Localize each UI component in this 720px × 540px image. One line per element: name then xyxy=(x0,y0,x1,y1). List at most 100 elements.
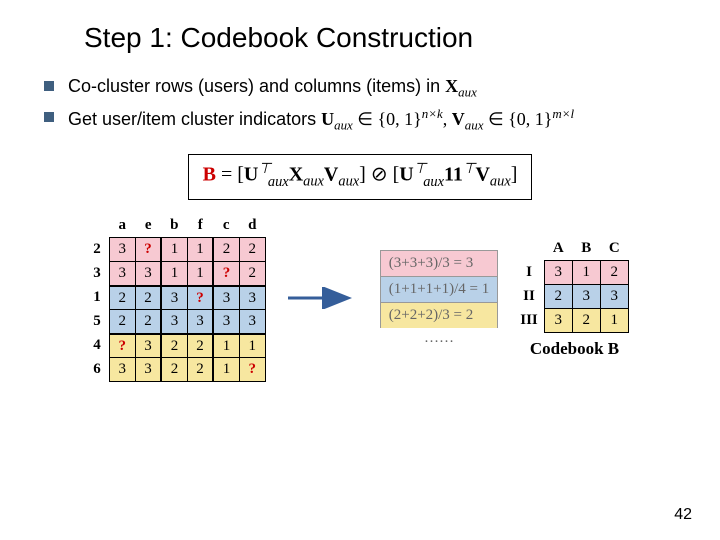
left-col-h: a xyxy=(109,214,135,238)
left-cell: 2 xyxy=(239,238,265,262)
b1-text: Co-cluster rows (users) and columns (ite… xyxy=(68,76,445,96)
left-cell: 1 xyxy=(239,334,265,358)
left-cell: ? xyxy=(239,358,265,382)
avg-row-1: (3+3+3)/3 = 3 xyxy=(380,250,499,276)
left-cell: 2 xyxy=(239,262,265,286)
left-row-h: 6 xyxy=(91,358,109,382)
avg-dots: …… xyxy=(380,328,499,347)
left-cell: 1 xyxy=(161,262,187,286)
square-bullet-icon xyxy=(44,81,54,91)
left-cell: 3 xyxy=(239,286,265,310)
left-cell: 3 xyxy=(109,358,135,382)
b2-comma: , xyxy=(443,109,452,129)
left-cell: 2 xyxy=(187,358,213,382)
formula-V1: V xyxy=(324,164,338,186)
formula-11sup: ⊤ xyxy=(463,161,476,177)
formula-mid: ] ⊘ [ xyxy=(359,164,399,186)
right-col-h: C xyxy=(600,237,628,261)
left-cell: 3 xyxy=(239,310,265,334)
left-cell: 1 xyxy=(187,262,213,286)
left-cell: 3 xyxy=(161,310,187,334)
b1-X: X xyxy=(445,76,458,96)
bullet-list: Co-cluster rows (users) and columns (ite… xyxy=(44,74,694,134)
left-cell: 3 xyxy=(213,286,239,310)
right-cell: 3 xyxy=(544,261,572,285)
right-cell: 3 xyxy=(572,285,600,309)
right-cell: 1 xyxy=(600,309,628,333)
left-col-h: c xyxy=(213,214,239,238)
left-matrix: aebfcd23?112233311?21223?3352233334?3221… xyxy=(91,214,266,383)
right-cell: 3 xyxy=(600,285,628,309)
formula-V1aux: aux xyxy=(338,174,359,190)
left-cell: 2 xyxy=(213,238,239,262)
left-cell: 3 xyxy=(109,262,135,286)
left-cell: 2 xyxy=(109,310,135,334)
left-cell: 1 xyxy=(161,238,187,262)
formula-U1aux: aux xyxy=(268,174,289,190)
right-cell: 2 xyxy=(544,285,572,309)
slide-title: Step 1: Codebook Construction xyxy=(84,22,694,54)
left-cell: 2 xyxy=(109,286,135,310)
left-cell: ? xyxy=(213,262,239,286)
formula-U2aux: aux xyxy=(423,174,444,190)
arrow-right-icon xyxy=(288,287,358,309)
right-cell: 1 xyxy=(572,261,600,285)
left-row-h: 3 xyxy=(91,262,109,286)
formula-Xaux: aux xyxy=(303,174,324,190)
right-row-h: II xyxy=(520,285,544,309)
left-cell: 3 xyxy=(213,310,239,334)
left-row-h: 4 xyxy=(91,334,109,358)
left-cell: 3 xyxy=(135,334,161,358)
formula-eq: = [ xyxy=(216,164,244,186)
avg-row-2: (1+1+1+1)/4 = 1 xyxy=(380,276,499,302)
left-cell: ? xyxy=(187,286,213,310)
codebook-label: Codebook B xyxy=(520,339,629,359)
formula-V2: V xyxy=(475,164,489,186)
right-cell: 3 xyxy=(544,309,572,333)
left-cell: ? xyxy=(109,334,135,358)
left-cell: 3 xyxy=(161,286,187,310)
formula-X: X xyxy=(289,164,303,186)
left-cell: 1 xyxy=(213,334,239,358)
left-col-h: e xyxy=(135,214,161,238)
formula-close: ] xyxy=(511,164,518,186)
bullet-1: Co-cluster rows (users) and columns (ite… xyxy=(44,74,694,101)
left-cell: 3 xyxy=(135,358,161,382)
formula-U2: U xyxy=(399,164,413,186)
left-cell: 2 xyxy=(135,286,161,310)
b2-in2: ∈ {0, 1} xyxy=(483,109,552,129)
b2-V: V xyxy=(452,109,465,129)
b2-nk: n×k xyxy=(422,106,443,121)
right-col-h: B xyxy=(572,237,600,261)
left-cell: 2 xyxy=(161,334,187,358)
right-row-h: I xyxy=(520,261,544,285)
formula-U1: U xyxy=(244,164,258,186)
codebook-matrix: ABCI312II233III321 xyxy=(520,237,629,334)
left-cell: 3 xyxy=(109,238,135,262)
b2-Vaux: aux xyxy=(465,118,484,133)
b2-ml: m×l xyxy=(552,106,574,121)
formula-11: 11 xyxy=(444,164,463,186)
left-cell: 3 xyxy=(135,262,161,286)
formula-box: B = [U⊤auxXauxVaux] ⊘ [U⊤aux11⊤Vaux] xyxy=(188,154,533,200)
left-cell: ? xyxy=(135,238,161,262)
right-col-h: A xyxy=(544,237,572,261)
left-col-h: b xyxy=(161,214,187,238)
left-cell: 1 xyxy=(187,238,213,262)
averaging-equations: (3+3+3)/3 = 3 (1+1+1+1)/4 = 1 (2+2+2)/3 … xyxy=(380,250,499,347)
bullet-2: Get user/item cluster indicators Uaux ∈ … xyxy=(44,105,694,134)
b2-in1: ∈ {0, 1} xyxy=(353,109,422,129)
left-col-h: d xyxy=(239,214,265,238)
right-cell: 2 xyxy=(572,309,600,333)
square-bullet-icon xyxy=(44,112,54,122)
b2-Uaux: aux xyxy=(334,118,353,133)
formula-B: B xyxy=(203,164,216,186)
b2-pre: Get user/item cluster indicators xyxy=(68,109,321,129)
page-number: 42 xyxy=(674,506,692,524)
left-row-h: 2 xyxy=(91,238,109,262)
left-row-h: 5 xyxy=(91,310,109,334)
left-row-h: 1 xyxy=(91,286,109,310)
left-col-h: f xyxy=(187,214,213,238)
left-cell: 2 xyxy=(161,358,187,382)
avg-row-3: (2+2+2)/3 = 2 xyxy=(380,302,499,328)
